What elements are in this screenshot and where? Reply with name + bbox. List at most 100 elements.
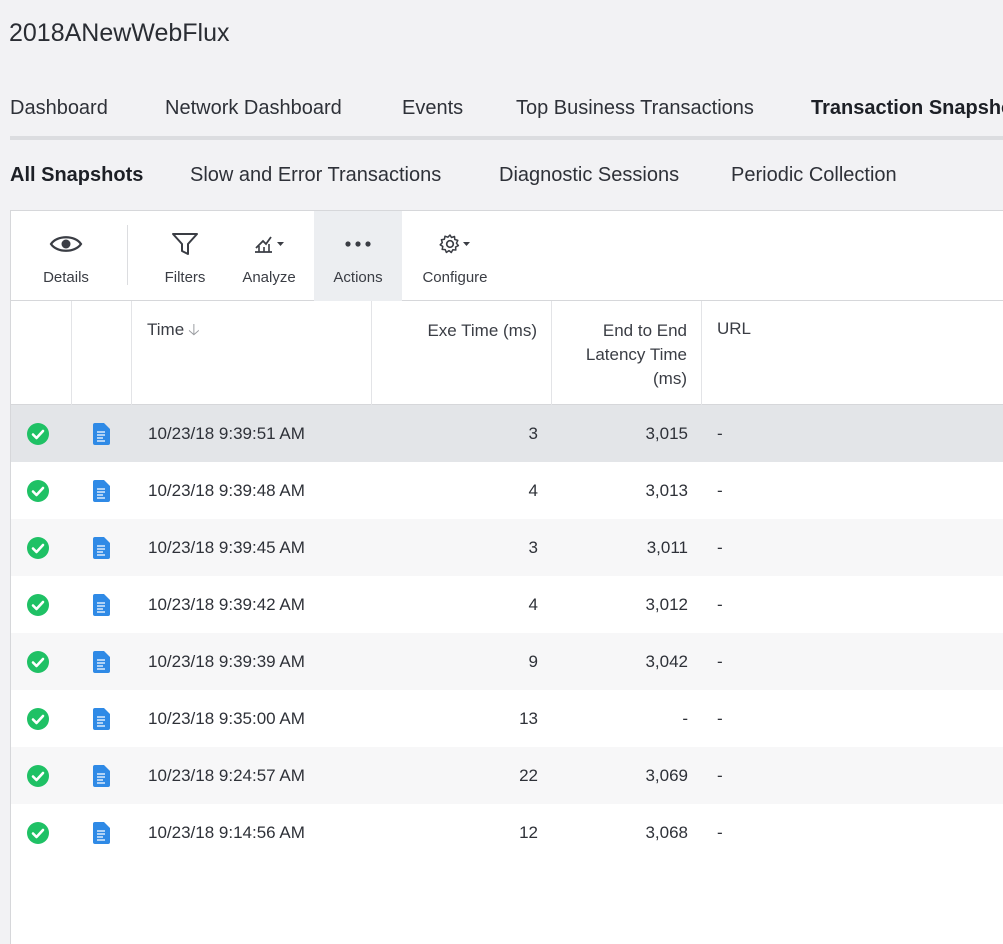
actions-button[interactable]: Actions — [314, 211, 402, 301]
e2e-header-line1: End to End — [602, 321, 687, 340]
row-exe-time: 13 — [519, 709, 538, 728]
configure-button[interactable]: Configure — [415, 211, 495, 301]
row-e2e-latency: - — [682, 709, 688, 728]
status-ok-icon — [27, 747, 51, 804]
tab-transaction-snapshots[interactable]: Transaction Snapshots — [811, 92, 1003, 136]
row-e2e-latency: 3,011 — [646, 538, 688, 557]
table-row[interactable]: 10/23/18 9:39:51 AM 3 3,015 - — [11, 405, 1003, 462]
document-icon[interactable] — [91, 690, 113, 747]
details-button[interactable]: Details — [29, 211, 103, 301]
row-exe-time: 3 — [528, 538, 538, 557]
analyze-chart-icon — [234, 231, 304, 257]
filters-label: Filters — [164, 269, 206, 286]
status-ok-icon — [27, 576, 51, 633]
status-ok-icon — [27, 462, 51, 519]
tab-network-dashboard[interactable]: Network Dashboard — [165, 92, 342, 136]
row-url: - — [717, 766, 723, 785]
eye-icon — [29, 231, 103, 257]
row-time: 10/23/18 9:24:57 AM — [148, 766, 305, 785]
exe-time-column-header[interactable]: Exe Time (ms) — [372, 301, 552, 405]
row-time: 10/23/18 9:39:39 AM — [148, 652, 305, 671]
document-icon[interactable] — [91, 462, 113, 519]
row-time: 10/23/18 9:39:42 AM — [148, 595, 305, 614]
row-url: - — [717, 823, 723, 842]
analyze-label: Analyze — [242, 269, 296, 286]
subtab-diagnostic-sessions[interactable]: Diagnostic Sessions — [499, 162, 679, 188]
gear-icon — [415, 231, 495, 257]
filter-icon — [151, 231, 219, 257]
document-icon[interactable] — [91, 804, 113, 861]
row-exe-time: 4 — [528, 595, 538, 614]
status-ok-icon — [27, 804, 51, 861]
row-e2e-latency: 3,012 — [645, 595, 688, 614]
row-url: - — [717, 424, 723, 443]
row-exe-time: 3 — [528, 424, 538, 443]
row-e2e-latency: 3,015 — [645, 424, 688, 443]
table-row[interactable]: 10/23/18 9:14:56 AM 12 3,068 - — [11, 804, 1003, 861]
row-e2e-latency: 3,068 — [645, 823, 688, 842]
status-column-header — [11, 301, 72, 405]
document-icon[interactable] — [91, 576, 113, 633]
row-e2e-latency: 3,042 — [645, 652, 688, 671]
document-icon[interactable] — [91, 633, 113, 690]
status-ok-icon — [27, 690, 51, 747]
document-icon[interactable] — [91, 519, 113, 576]
e2e-header-line2: Latency Time — [585, 345, 687, 364]
details-label: Details — [43, 269, 89, 286]
row-url: - — [717, 595, 723, 614]
app-title: 2018ANewWebFlux — [9, 19, 230, 47]
row-url: - — [717, 481, 723, 500]
filters-button[interactable]: Filters — [151, 211, 219, 301]
e2e-latency-column-header[interactable]: End to End Latency Time (ms) — [552, 301, 702, 405]
tab-dashboard[interactable]: Dashboard — [10, 92, 108, 136]
url-column-header[interactable]: URL — [702, 301, 1003, 405]
document-icon[interactable] — [91, 405, 113, 462]
primary-tabs: Dashboard Network Dashboard Events Top B… — [10, 92, 1003, 140]
actions-label: Actions — [333, 269, 383, 286]
url-header-label: URL — [717, 319, 752, 338]
row-exe-time: 9 — [528, 652, 538, 671]
document-icon[interactable] — [91, 747, 113, 804]
doc-column-header — [72, 301, 132, 405]
subtab-periodic-collection[interactable]: Periodic Collection — [731, 162, 897, 188]
configure-label: Configure — [422, 269, 488, 286]
row-exe-time: 22 — [519, 766, 538, 785]
table-row[interactable]: 10/23/18 9:35:00 AM 13 - - — [11, 690, 1003, 747]
table-row[interactable]: 10/23/18 9:39:45 AM 3 3,011 - — [11, 519, 1003, 576]
time-header-label: Time — [147, 320, 185, 339]
table-row[interactable]: 10/23/18 9:24:57 AM 22 3,069 - — [11, 747, 1003, 804]
toolbar-divider — [127, 225, 128, 285]
table-header: Time 🡣 Exe Time (ms) End to End Latency T… — [11, 301, 1003, 405]
row-url: - — [717, 538, 723, 557]
row-time: 10/23/18 9:39:45 AM — [148, 538, 305, 557]
toolbar: Details Filters Analyze Actions Configur… — [11, 211, 1003, 301]
e2e-header-line3: (ms) — [653, 369, 687, 388]
status-ok-icon — [27, 405, 51, 462]
sort-down-arrow-icon[interactable]: 🡣 — [188, 322, 200, 339]
more-dots-icon — [314, 231, 402, 257]
subtab-all-snapshots[interactable]: All Snapshots — [10, 162, 143, 188]
time-column-header[interactable]: Time 🡣 — [132, 301, 372, 405]
table-body: 10/23/18 9:39:51 AM 3 3,015 - 10/23/18 9… — [11, 405, 1003, 861]
subtab-slow-and-error-transactions[interactable]: Slow and Error Transactions — [190, 162, 441, 188]
row-exe-time: 12 — [519, 823, 538, 842]
row-e2e-latency: 3,069 — [645, 766, 688, 785]
exe-time-header-label: Exe Time (ms) — [427, 321, 537, 340]
table-row[interactable]: 10/23/18 9:39:48 AM 4 3,013 - — [11, 462, 1003, 519]
row-url: - — [717, 709, 723, 728]
row-time: 10/23/18 9:35:00 AM — [148, 709, 305, 728]
tab-top-business-transactions[interactable]: Top Business Transactions — [516, 92, 754, 136]
status-ok-icon — [27, 633, 51, 690]
snapshots-panel: Details Filters Analyze Actions Configur… — [10, 210, 1003, 944]
row-time: 10/23/18 9:39:51 AM — [148, 424, 305, 443]
row-url: - — [717, 652, 723, 671]
row-e2e-latency: 3,013 — [645, 481, 688, 500]
tab-events[interactable]: Events — [402, 92, 463, 136]
row-exe-time: 4 — [528, 481, 538, 500]
table-row[interactable]: 10/23/18 9:39:42 AM 4 3,012 - — [11, 576, 1003, 633]
analyze-button[interactable]: Analyze — [234, 211, 304, 301]
table-row[interactable]: 10/23/18 9:39:39 AM 9 3,042 - — [11, 633, 1003, 690]
row-time: 10/23/18 9:39:48 AM — [148, 481, 305, 500]
active-tab-indicator — [811, 136, 1003, 140]
row-time: 10/23/18 9:14:56 AM — [148, 823, 305, 842]
